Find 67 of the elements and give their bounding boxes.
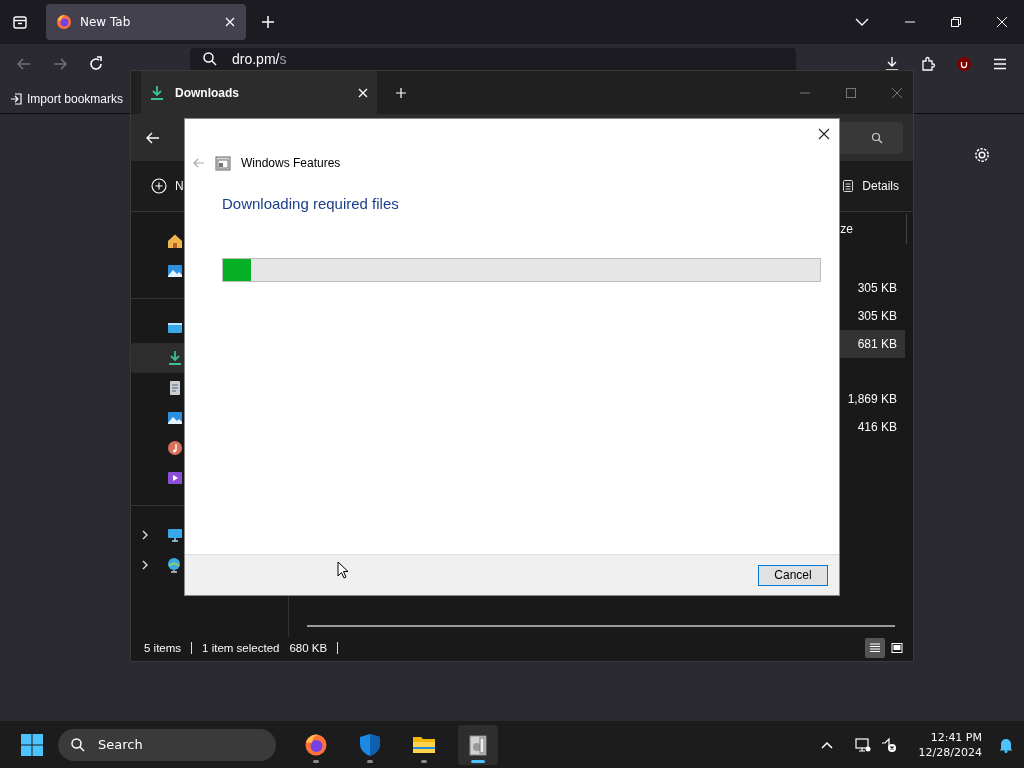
window-features-icon [215,155,231,171]
clock[interactable]: 12:41 PM 12/28/2024 [918,729,982,760]
size-cell: 305 KB [857,309,897,323]
address-bar[interactable]: dro.pm/s [190,48,796,70]
clock-date: 12/28/2024 [918,744,982,760]
monitor-icon [167,527,183,543]
chevron-right-icon[interactable] [141,529,149,541]
video-icon [167,470,183,486]
installer-icon [466,732,490,757]
firefox-icon [304,732,328,757]
taskbar-search-bar[interactable]: Search [58,728,276,761]
download-icon [167,350,183,366]
clock-time: 12:41 PM [930,729,982,745]
document-icon [167,380,183,396]
network-icon[interactable] [854,736,871,753]
tab-list-icon[interactable] [12,14,28,30]
explorer-tab[interactable]: Downloads [141,71,377,114]
music-icon [167,440,183,456]
reload-icon[interactable] [88,56,104,72]
forward-icon[interactable] [52,56,68,72]
start-icon[interactable] [20,732,44,757]
download-icon[interactable] [884,56,900,72]
size-cell: 416 KB [857,420,897,434]
column-header[interactable]: ze [840,222,853,236]
search-icon [70,736,86,753]
image-icon [167,263,183,279]
chevron-right-icon[interactable] [141,559,149,571]
import-icon [10,92,22,105]
horizontal-scrollbar[interactable] [307,625,895,627]
selection-count: 1 item selected [202,642,280,654]
maximize-icon[interactable] [845,86,857,99]
dialog-heading: Downloading required files [222,195,400,212]
size-cell: 305 KB [857,281,897,295]
taskbar-app[interactable] [458,724,498,765]
details-button[interactable]: Details [842,179,899,193]
new-tab-icon[interactable] [395,86,407,99]
preview-pane-icon [891,642,903,654]
bell-icon[interactable] [998,736,1014,753]
new-tab-icon[interactable] [260,14,276,30]
puzzle-icon[interactable] [920,56,936,72]
browser-tab[interactable]: New Tab [46,4,246,40]
home-icon [167,233,183,249]
image-icon [167,410,183,426]
firefox-icon [56,14,72,30]
download-icon [149,84,165,101]
close-icon[interactable] [818,128,830,140]
selection-size: 680 KB [289,642,328,654]
bookmark-link[interactable]: Import bookmarks [10,91,124,106]
details-pane-icon [842,180,855,192]
new-button[interactable]: N [151,178,184,194]
search-icon [871,131,883,144]
search-icon [202,51,218,67]
menu-icon[interactable] [992,56,1008,72]
size-cell: 681 KB [857,337,897,351]
plus-circle-icon [151,178,167,194]
search-field[interactable]: Search [96,736,240,753]
network-icon [167,557,183,573]
list-icon [869,642,881,654]
cancel-button[interactable]: Cancel [758,564,828,586]
restore-icon[interactable] [950,16,962,28]
dialog-title: Windows Features [241,156,341,170]
details-view-button[interactable] [865,638,885,658]
item-count: 5 items [144,642,182,654]
cursor-icon [337,561,349,579]
settings-icon[interactable] [973,146,991,164]
size-cell: 1,869 KB [847,392,897,406]
desktop-folder-icon [167,320,183,336]
